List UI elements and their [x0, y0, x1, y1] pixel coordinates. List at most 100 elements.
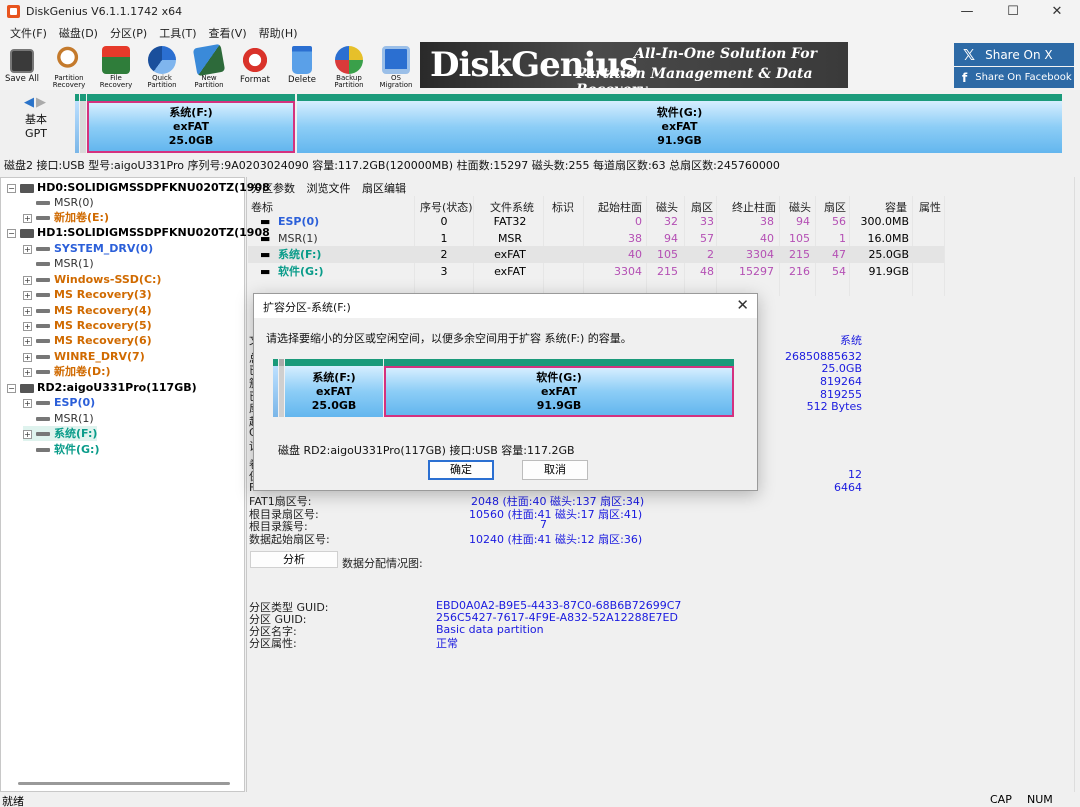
quick-partition-button[interactable]: Quick Partition	[140, 46, 184, 90]
disk-nav-arrows[interactable]: ◀ ▶	[24, 95, 46, 110]
partition-icon	[36, 262, 50, 266]
tree-disk-rd2[interactable]: − RD2:aigoU331Pro(117GB)	[7, 380, 197, 395]
tab-partition-params[interactable]: 分区参数	[251, 182, 295, 195]
partition-icon	[36, 293, 50, 297]
partition-icon	[36, 216, 50, 220]
tree-item[interactable]: + MS Recovery(4)	[23, 303, 152, 318]
tree-item[interactable]: + 新加卷(E:)	[23, 210, 109, 225]
cancel-button[interactable]: 取消	[522, 460, 588, 480]
partition-icon	[36, 339, 50, 343]
os-migration-button[interactable]: OS Migration	[374, 46, 418, 90]
data-allocation-label: 数据分配情况图:	[342, 557, 423, 570]
tree-item[interactable]: 软件(G:)	[36, 442, 99, 457]
partition-attr-label: 分区属性:	[249, 637, 297, 650]
tree-item[interactable]: + MS Recovery(3)	[23, 287, 152, 302]
minimize-button[interactable]: —	[944, 0, 990, 22]
backup-partition-button[interactable]: Backup Partition	[327, 46, 371, 90]
banner-line1: All-In-One Solution For	[634, 46, 818, 62]
partition-recovery-button[interactable]: Partition Recovery	[47, 46, 91, 90]
next-disk-icon[interactable]: ▶	[36, 95, 46, 110]
banner-line2: Partition Management & Data Recovery	[576, 66, 813, 88]
menu-disk[interactable]: 磁盘(D)	[53, 25, 104, 41]
root-cluster-value: 7	[540, 518, 547, 531]
num-lock-indicator: NUM	[1027, 793, 1053, 806]
table-row-selected[interactable]: ▬ 系统(F:) 2 exFAT 40 105 2 3304 215 47 25…	[248, 246, 944, 263]
partition-bar-g[interactable]: 软件(G:) exFAT 91.9GB	[297, 94, 1062, 153]
partition-attr-value: 正常	[436, 637, 458, 650]
dialog-close-icon[interactable]: ✕	[736, 296, 749, 314]
dialog-partition-bar-g[interactable]: 软件(G:) exFAT 91.9GB	[384, 359, 734, 417]
disk-tree: − HD0:SOLIDIGMSSDPFKNU020TZ(1908 MSR(0) +…	[0, 177, 270, 792]
menu-partition[interactable]: 分区(P)	[104, 25, 153, 41]
sector-size-value: 512 Bytes	[806, 400, 862, 413]
tree-item[interactable]: + SYSTEM_DRV(0)	[23, 241, 153, 256]
dialog-partition-bar-f[interactable]: 系统(F:) exFAT 25.0GB	[285, 359, 383, 417]
prev-disk-icon[interactable]: ◀	[24, 95, 34, 110]
tree-item-selected[interactable]: + 系统(F:)	[23, 426, 98, 441]
format-button[interactable]: Format	[233, 46, 277, 90]
close-button[interactable]: ✕	[1034, 0, 1080, 22]
partition-icon	[36, 417, 50, 421]
total-size-value: 25.0GB	[821, 362, 862, 375]
partition-icon	[36, 309, 50, 313]
delete-button[interactable]: Delete	[280, 46, 324, 90]
diskgenius-banner[interactable]: DiskGenius All-In-One Solution For Parti…	[420, 42, 848, 88]
format-icon	[241, 46, 269, 74]
dialog-esp-bar[interactable]	[273, 359, 278, 417]
partition-icon: ▬	[260, 215, 271, 228]
tree-item[interactable]: + ESP(0)	[23, 395, 95, 410]
save-all-button[interactable]: Save All	[0, 46, 44, 90]
analyze-button[interactable]: 分析	[250, 551, 338, 568]
tree-horizontal-scrollbar[interactable]	[18, 782, 230, 785]
menu-file[interactable]: 文件(F)	[4, 25, 53, 41]
tree-disk-hd0[interactable]: − HD0:SOLIDIGMSSDPFKNU020TZ(1908	[7, 180, 270, 195]
delete-icon	[292, 46, 312, 74]
partition-icon	[36, 401, 50, 405]
dialog-title: 扩容分区-系统(F:)	[263, 301, 351, 314]
menu-view[interactable]: 查看(V)	[203, 25, 253, 41]
tree-item[interactable]: MSR(1)	[36, 411, 94, 426]
partition-icon	[36, 448, 50, 452]
menu-bar: 文件(F) 磁盘(D) 分区(P) 工具(T) 查看(V) 帮助(H)	[0, 22, 1080, 44]
tree-item[interactable]: + Windows-SSD(C:)	[23, 272, 161, 287]
table-row[interactable]: ▬ 软件(G:) 3 exFAT 3304 215 48 15297 216 5…	[248, 263, 944, 280]
data-start-value: 10240 (柱面:41 磁头:12 扇区:36)	[469, 533, 643, 546]
data-start-label: 数据起始扇区号:	[249, 533, 330, 546]
fat-sectors-value: 6464	[834, 481, 862, 494]
partition-icon	[36, 370, 50, 374]
tree-item[interactable]: + WINRE_DRV(7)	[23, 349, 145, 364]
esp-partition-bar[interactable]	[75, 94, 79, 153]
partition-icon	[36, 432, 50, 436]
file-recovery-icon	[102, 46, 130, 74]
menu-help[interactable]: 帮助(H)	[253, 25, 304, 41]
tree-item[interactable]: + MS Recovery(6)	[23, 333, 152, 348]
tree-item[interactable]: MSR(1)	[36, 256, 94, 271]
table-row[interactable]: ▬ MSR(1) 1 MSR 38 94 57 40 105 1 16.0MB	[248, 230, 944, 247]
tab-browse-files[interactable]: 浏览文件	[307, 182, 351, 195]
tab-sector-edit[interactable]: 扇区编辑	[362, 182, 406, 195]
right-scrollbar[interactable]	[1074, 177, 1080, 792]
new-partition-button[interactable]: New Partition	[187, 43, 231, 90]
dialog-msr-bar[interactable]	[279, 359, 284, 417]
file-recovery-button[interactable]: File Recovery	[94, 46, 138, 90]
tree-item[interactable]: MSR(0)	[36, 195, 94, 210]
tree-item[interactable]: + 新加卷(D:)	[23, 364, 111, 379]
save-all-icon	[10, 49, 34, 73]
msr-partition-bar[interactable]	[80, 94, 86, 153]
tree-disk-hd1[interactable]: − HD1:SOLIDIGMSSDPFKNU020TZ(1908	[7, 225, 270, 240]
partition-bar-f[interactable]: 系统(F:) exFAT 25.0GB	[87, 94, 295, 153]
partition-icon	[36, 278, 50, 282]
window-title: DiskGenius V6.1.1.1742 x64	[26, 4, 183, 18]
share-on-facebook-button[interactable]: f Share On Facebook	[954, 67, 1074, 88]
tree-item[interactable]: + MS Recovery(5)	[23, 318, 152, 333]
ok-button[interactable]: 确定	[428, 460, 494, 480]
menu-tools[interactable]: 工具(T)	[153, 25, 202, 41]
os-migration-icon	[382, 46, 410, 74]
table-row[interactable]: ▬ ESP(0) 0 FAT32 0 32 33 38 94 56 300.0M…	[248, 213, 944, 230]
share-on-x-button[interactable]: 𝕏 Share On X	[954, 43, 1074, 66]
extend-partition-dialog: 扩容分区-系统(F:) ✕ 请选择要缩小的分区或空闲空间，以便多余空间用于扩容 …	[253, 293, 758, 491]
maximize-button[interactable]: ☐	[990, 0, 1036, 22]
status-text: 就绪	[2, 795, 24, 807]
right-tabs: 分区参数 浏览文件 扇区编辑	[251, 180, 414, 196]
partition-icon	[36, 247, 50, 251]
